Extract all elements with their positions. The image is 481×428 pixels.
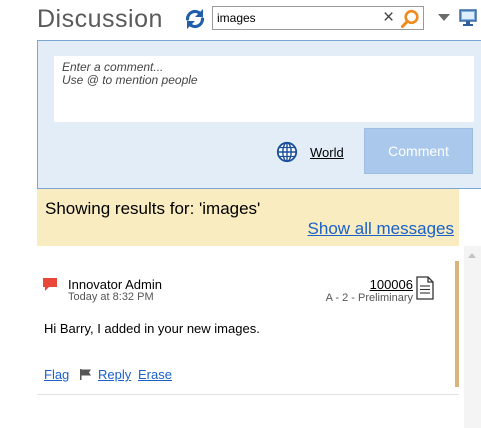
- message-accent-bar: [455, 261, 459, 387]
- message-body: Hi Barry, I added in your new images.: [44, 321, 260, 336]
- search-box[interactable]: ×: [212, 6, 424, 30]
- flag-link[interactable]: Flag: [44, 367, 69, 382]
- discussion-header: Discussion ×: [0, 0, 481, 40]
- chevron-down-icon[interactable]: [438, 14, 450, 21]
- results-text: Showing results for: 'images': [45, 199, 261, 218]
- search-icon[interactable]: [400, 9, 420, 29]
- comment-placeholder-line2: Use @ to mention people: [62, 73, 198, 87]
- item-number-link[interactable]: 100006: [370, 277, 413, 292]
- flag-icon[interactable]: [80, 369, 92, 380]
- message-timestamp: Today at 8:32 PM: [68, 291, 154, 303]
- clear-search-icon[interactable]: ×: [383, 7, 394, 29]
- show-all-messages-link[interactable]: Show all messages: [308, 219, 454, 239]
- comment-composer: Enter a comment... Use @ to mention peop…: [37, 40, 481, 189]
- scroll-up-icon[interactable]: [468, 253, 476, 258]
- globe-icon[interactable]: [276, 141, 298, 163]
- search-results-banner: Showing results for: 'images' Show all m…: [37, 189, 459, 246]
- reply-link[interactable]: Reply: [98, 367, 131, 382]
- item-revision: A - 2 - Preliminary: [325, 292, 413, 304]
- erase-link[interactable]: Erase: [138, 367, 172, 382]
- monitor-icon[interactable]: [459, 9, 477, 27]
- refresh-icon[interactable]: [183, 7, 207, 31]
- chat-bubble-icon: [43, 278, 57, 291]
- comment-button[interactable]: Comment: [364, 128, 473, 174]
- message-item: Innovator Admin Today at 8:32 PM 100006 …: [37, 259, 459, 394]
- message-author: Innovator Admin: [68, 277, 162, 292]
- message-divider: [37, 394, 459, 395]
- visibility-world-link[interactable]: World: [310, 145, 344, 160]
- search-input[interactable]: [217, 10, 377, 26]
- comment-input[interactable]: Enter a comment... Use @ to mention peop…: [54, 56, 474, 122]
- document-icon[interactable]: [416, 276, 434, 300]
- panel-title: Discussion: [37, 5, 163, 33]
- scrollbar[interactable]: [464, 246, 481, 428]
